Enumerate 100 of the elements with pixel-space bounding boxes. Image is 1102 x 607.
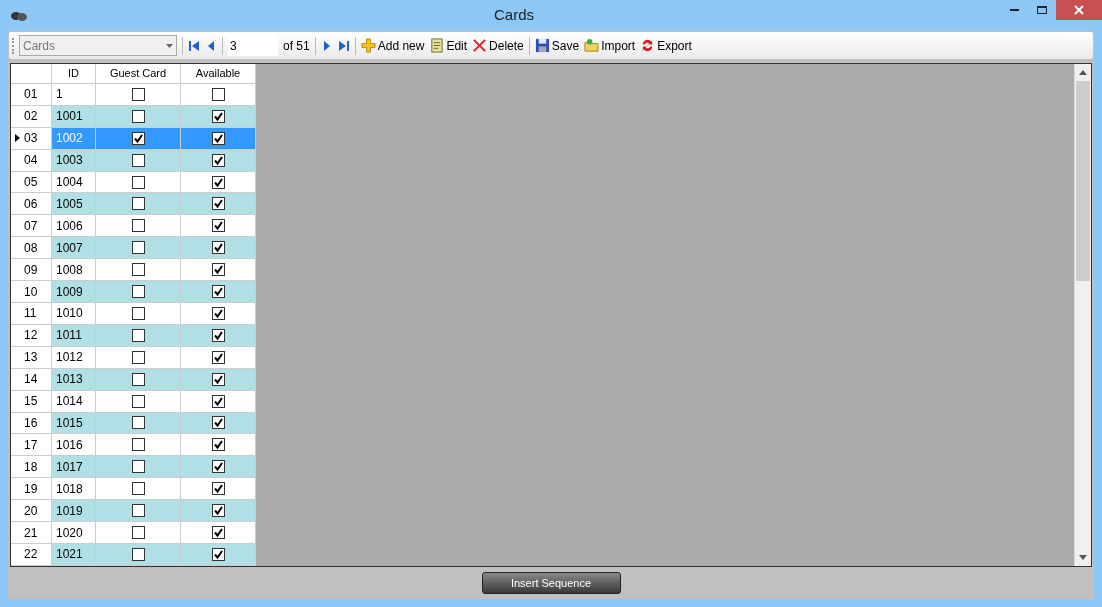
checkbox[interactable] bbox=[211, 372, 225, 386]
checkbox[interactable] bbox=[211, 197, 225, 211]
checkbox[interactable] bbox=[211, 526, 225, 539]
corner-header bbox=[11, 64, 52, 84]
table-row[interactable]: 18 1017 bbox=[11, 456, 1074, 479]
table-cell: 1011 bbox=[52, 324, 96, 347]
table-row[interactable]: 12 1011 bbox=[11, 324, 1074, 347]
checkbox[interactable] bbox=[131, 241, 145, 255]
table-row[interactable]: 10 1009 bbox=[11, 281, 1074, 303]
checkbox[interactable] bbox=[211, 87, 225, 101]
toolbar-button[interactable]: Add new bbox=[377, 36, 425, 55]
checkbox[interactable] bbox=[131, 438, 145, 452]
checkbox[interactable] bbox=[211, 153, 225, 167]
combo-box[interactable]: Cards bbox=[19, 35, 177, 56]
table-row[interactable]: 04 1003 bbox=[11, 149, 1074, 172]
checkbox[interactable] bbox=[131, 416, 145, 430]
column-header[interactable]: ID bbox=[52, 64, 96, 84]
checkbox[interactable] bbox=[131, 175, 145, 189]
checkbox[interactable] bbox=[211, 285, 225, 299]
table-row[interactable]: 07 1006 bbox=[11, 215, 1074, 238]
vertical-scrollbar[interactable] bbox=[1074, 64, 1091, 566]
checkbox[interactable] bbox=[211, 482, 225, 496]
plus-icon bbox=[360, 38, 376, 53]
close-icon[interactable] bbox=[1056, 0, 1102, 20]
checkbox[interactable] bbox=[211, 328, 225, 342]
column-header[interactable]: Guest Card bbox=[96, 64, 181, 84]
checkbox[interactable] bbox=[131, 372, 145, 386]
table-row[interactable]: 21 1020 bbox=[11, 522, 1074, 544]
checkbox[interactable] bbox=[131, 109, 145, 123]
table-row[interactable]: 01 1 bbox=[11, 83, 1074, 106]
check-mark-icon bbox=[212, 220, 224, 232]
checkbox[interactable] bbox=[211, 263, 225, 277]
toolbar-button[interactable]: Save bbox=[551, 36, 580, 55]
checkbox[interactable] bbox=[131, 197, 145, 211]
table-row[interactable]: 16 1015 bbox=[11, 412, 1074, 435]
checkbox[interactable] bbox=[131, 547, 145, 561]
toolbar-button[interactable]: Delete bbox=[489, 36, 524, 55]
checkbox[interactable] bbox=[131, 285, 145, 299]
checkbox[interactable] bbox=[131, 306, 145, 320]
checkbox[interactable] bbox=[131, 219, 145, 233]
table-row[interactable]: 05 1004 bbox=[11, 171, 1074, 194]
toolbar-button[interactable]: Import bbox=[601, 36, 636, 55]
table-cell: 1016 bbox=[52, 434, 96, 457]
checkbox[interactable] bbox=[131, 394, 145, 408]
checkbox[interactable] bbox=[131, 482, 145, 496]
table-row[interactable]: 13 1012 bbox=[11, 346, 1074, 369]
checkbox[interactable] bbox=[211, 460, 225, 474]
table-row[interactable]: 08 1007 bbox=[11, 237, 1074, 260]
row-number: 20 bbox=[24, 502, 38, 520]
row-number: 16 bbox=[24, 414, 38, 432]
table-row[interactable]: 02 1001 bbox=[11, 105, 1074, 128]
checkbox[interactable] bbox=[211, 350, 225, 364]
column-header[interactable]: Available bbox=[181, 64, 256, 84]
toolbar-button[interactable]: Edit bbox=[446, 36, 468, 55]
scroll-up-icon[interactable] bbox=[1079, 70, 1087, 75]
check-mark-icon bbox=[212, 395, 224, 407]
table-row[interactable]: 03 1002 bbox=[11, 127, 1074, 150]
cross-icon bbox=[472, 38, 488, 53]
checkbox[interactable] bbox=[211, 547, 225, 561]
table-row[interactable]: 09 1008 bbox=[11, 259, 1074, 282]
checkbox[interactable] bbox=[131, 350, 145, 364]
checkbox[interactable] bbox=[131, 131, 145, 145]
check-mark-icon bbox=[212, 176, 224, 188]
checkbox[interactable] bbox=[131, 153, 145, 167]
checkbox[interactable] bbox=[211, 175, 225, 189]
position-field[interactable]: 3 bbox=[228, 35, 278, 56]
checkbox[interactable] bbox=[131, 526, 145, 539]
checkbox[interactable] bbox=[131, 263, 145, 277]
checkbox[interactable] bbox=[211, 438, 225, 452]
last-record-icon[interactable] bbox=[337, 39, 350, 52]
insert-sequence-button[interactable]: Insert Sequence bbox=[481, 572, 621, 594]
table-row[interactable]: 15 1014 bbox=[11, 390, 1074, 413]
table-row[interactable]: 20 1019 bbox=[11, 500, 1074, 523]
first-record-icon[interactable] bbox=[188, 39, 200, 52]
row-number: 14 bbox=[24, 371, 38, 389]
check-mark-icon bbox=[212, 373, 224, 385]
table-row[interactable]: 22 1021 bbox=[11, 543, 1074, 566]
check-mark-icon bbox=[212, 505, 224, 517]
checkbox[interactable] bbox=[131, 87, 145, 101]
checkbox[interactable] bbox=[211, 241, 225, 255]
checkbox[interactable] bbox=[211, 416, 225, 430]
checkbox[interactable] bbox=[211, 394, 225, 408]
table-row[interactable]: 11 1010 bbox=[11, 303, 1074, 325]
checkbox[interactable] bbox=[211, 219, 225, 233]
toolbar-button[interactable]: Export bbox=[657, 36, 692, 55]
table-row[interactable]: 17 1016 bbox=[11, 434, 1074, 457]
checkbox[interactable] bbox=[211, 306, 225, 320]
checkbox[interactable] bbox=[211, 109, 225, 123]
table-row[interactable]: 06 1005 bbox=[11, 193, 1074, 216]
checkbox[interactable] bbox=[211, 131, 225, 145]
table-row[interactable]: 19 1018 bbox=[11, 478, 1074, 501]
checkbox[interactable] bbox=[131, 460, 145, 474]
check-mark-icon bbox=[212, 483, 224, 495]
table-cell: 1017 bbox=[52, 456, 96, 479]
checkbox[interactable] bbox=[211, 504, 225, 518]
checkbox[interactable] bbox=[131, 504, 145, 518]
table-row[interactable]: 14 1013 bbox=[11, 368, 1074, 391]
scroll-down-icon[interactable] bbox=[1079, 555, 1087, 560]
checkbox[interactable] bbox=[131, 328, 145, 342]
window-title: Cards bbox=[493, 5, 535, 26]
